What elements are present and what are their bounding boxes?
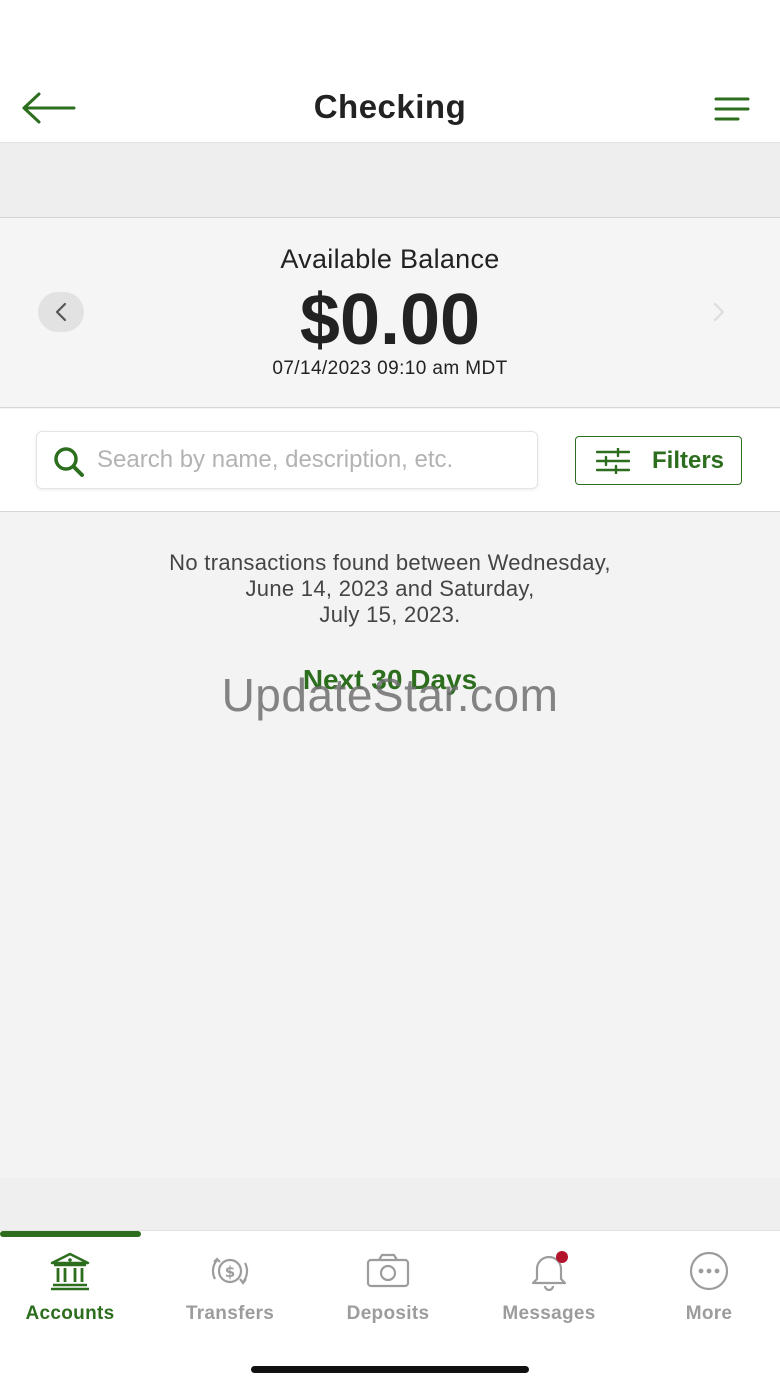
empty-state-message: No transactions found between Wednesday,… bbox=[90, 550, 690, 628]
camera-icon bbox=[366, 1253, 410, 1288]
filters-label: Filters bbox=[652, 446, 725, 474]
more-dots-icon bbox=[689, 1251, 729, 1291]
search-input[interactable] bbox=[97, 440, 527, 480]
tab-accounts[interactable]: Accounts bbox=[0, 1251, 148, 1341]
tab-messages[interactable]: Messages bbox=[471, 1251, 627, 1341]
bell-icon bbox=[531, 1251, 568, 1291]
tab-deposits[interactable]: Deposits bbox=[310, 1251, 466, 1341]
search-field[interactable] bbox=[36, 431, 538, 489]
home-indicator bbox=[251, 1366, 529, 1373]
page-title: Checking bbox=[313, 88, 467, 125]
chevron-right-icon bbox=[713, 302, 725, 322]
tab-label: Transfers bbox=[185, 1303, 275, 1324]
bank-icon bbox=[50, 1252, 90, 1291]
empty-state-line: June 14, 2023 and Saturday, bbox=[245, 576, 535, 601]
tab-label: Deposits bbox=[346, 1303, 430, 1324]
active-tab-indicator bbox=[0, 1231, 141, 1237]
menu-button[interactable] bbox=[712, 92, 752, 126]
tab-transfers[interactable]: $ Transfers bbox=[152, 1251, 308, 1341]
bottom-tab-bar: Accounts $ Transfers Deposits Messages M… bbox=[0, 1230, 780, 1387]
search-icon bbox=[54, 447, 84, 477]
balance-label: Available Balance bbox=[280, 244, 500, 274]
next-30-days-link[interactable]: Next 30 Days bbox=[0, 664, 780, 696]
tab-label: Messages bbox=[502, 1303, 596, 1324]
tab-label: More bbox=[685, 1303, 733, 1324]
filters-button[interactable]: Filters bbox=[575, 436, 742, 485]
search-bar: Filters bbox=[0, 409, 780, 512]
sliders-icon bbox=[596, 447, 630, 474]
notification-badge bbox=[556, 1251, 568, 1263]
balance-timestamp: 07/14/2023 09:10 am MDT bbox=[272, 358, 508, 379]
app-header: Checking bbox=[0, 0, 780, 143]
next-account-button[interactable] bbox=[696, 292, 742, 332]
tab-more[interactable]: More bbox=[631, 1251, 780, 1341]
content-footer-band bbox=[0, 1178, 780, 1231]
account-strip bbox=[0, 143, 780, 218]
svg-text:$: $ bbox=[225, 1263, 235, 1281]
money-transfer-icon: $ bbox=[211, 1257, 249, 1285]
menu-lines-icon bbox=[714, 97, 750, 121]
balance-amount: $0.00 bbox=[299, 280, 481, 360]
empty-state-line: July 15, 2023. bbox=[319, 602, 461, 627]
balance-panel: Available Balance $0.00 07/14/2023 09:10… bbox=[0, 218, 780, 408]
tab-label: Accounts bbox=[25, 1303, 115, 1324]
empty-state-line: No transactions found between Wednesday, bbox=[169, 550, 611, 575]
